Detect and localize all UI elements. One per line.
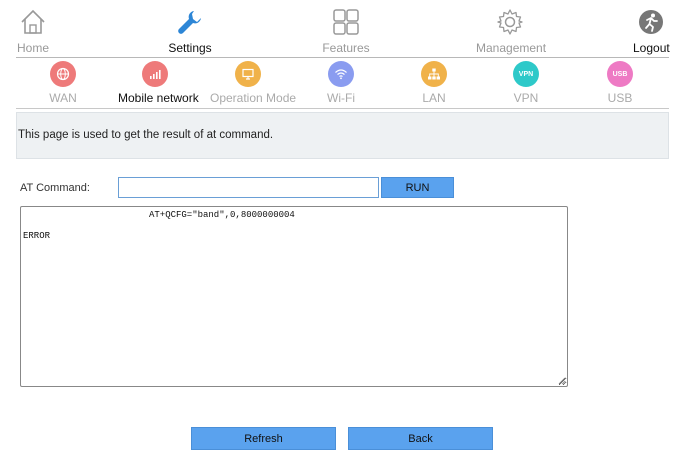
at-command-label: AT Command: xyxy=(20,182,90,194)
sub-nav-wan-label: WAN xyxy=(49,91,77,105)
refresh-button[interactable]: Refresh xyxy=(191,427,336,450)
at-command-input[interactable] xyxy=(118,177,379,198)
description-text: This page is used to get the result of a… xyxy=(18,129,274,141)
sub-nav-operation-mode-label: Operation Mode xyxy=(210,91,297,105)
sub-nav: WAN Mobile network Operation Mode Wi-Fi … xyxy=(16,59,669,109)
wrench-icon xyxy=(178,11,201,34)
sub-nav-vpn[interactable]: VPN VPN xyxy=(511,61,541,105)
result-status-line: ERROR xyxy=(23,231,51,241)
sub-nav-operation-mode[interactable]: Operation Mode xyxy=(210,61,297,105)
signal-bars-icon xyxy=(142,61,168,87)
sub-nav-vpn-label: VPN xyxy=(513,91,539,105)
run-button[interactable]: RUN xyxy=(381,177,454,198)
usb-icon: USB xyxy=(607,61,633,87)
gear-icon xyxy=(497,9,523,35)
top-nav-home[interactable]: Home xyxy=(16,8,50,58)
top-nav-home-label: Home xyxy=(16,41,49,55)
monitor-icon xyxy=(235,61,261,87)
home-icon xyxy=(21,9,45,34)
top-nav-management[interactable]: Management xyxy=(476,8,547,58)
top-nav-features[interactable]: Features xyxy=(322,8,370,58)
result-command-line: AT+QCFG="band",0,8000000004 xyxy=(149,210,295,220)
description-box: This page is used to get the result of a… xyxy=(16,112,669,159)
top-nav-logout-label: Logout xyxy=(633,41,670,55)
sub-nav-usb[interactable]: USB USB xyxy=(605,61,635,105)
sub-nav-wan[interactable]: WAN xyxy=(48,61,78,105)
grid-icon xyxy=(333,9,359,35)
sub-nav-mobile-network-label: Mobile network xyxy=(118,91,199,105)
back-button[interactable]: Back xyxy=(348,427,493,450)
result-textarea[interactable]: AT+QCFG="band",0,8000000004 ERROR xyxy=(20,206,568,387)
top-nav-features-label: Features xyxy=(322,41,370,55)
sub-nav-lan[interactable]: LAN xyxy=(419,61,449,105)
sub-nav-mobile-network[interactable]: Mobile network xyxy=(118,61,199,105)
wifi-icon xyxy=(328,61,354,87)
top-nav-settings-label: Settings xyxy=(168,41,212,55)
sub-nav-usb-label: USB xyxy=(607,91,633,105)
top-nav-settings[interactable]: Settings xyxy=(168,8,212,58)
globe-icon xyxy=(50,61,76,87)
sub-nav-wifi[interactable]: Wi-Fi xyxy=(326,61,356,105)
top-nav: Home Settings Features Management Logout xyxy=(16,0,670,58)
sub-nav-wifi-label: Wi-Fi xyxy=(327,91,355,105)
network-icon xyxy=(421,61,447,87)
top-nav-management-label: Management xyxy=(476,41,547,55)
runner-icon xyxy=(639,10,663,34)
resize-grip-icon[interactable] xyxy=(558,377,566,385)
sub-nav-lan-label: LAN xyxy=(422,91,446,105)
top-nav-logout[interactable]: Logout xyxy=(633,8,670,58)
vpn-icon: VPN xyxy=(513,61,539,87)
